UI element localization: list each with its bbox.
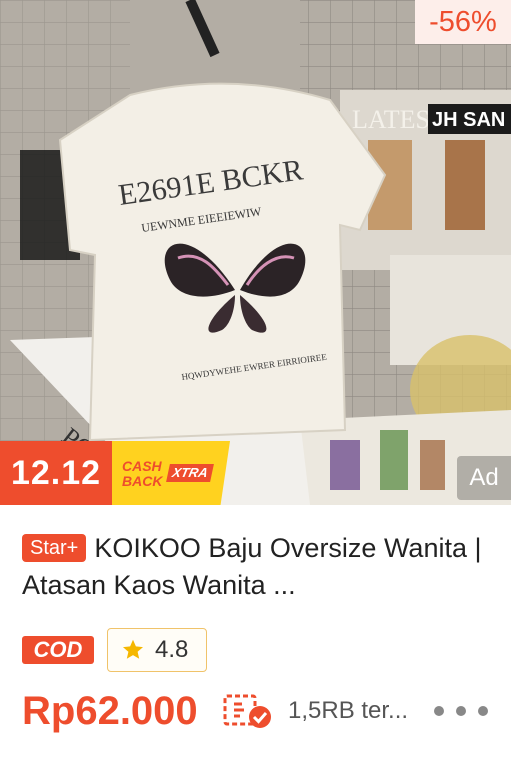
magazine-title: LATES	[352, 105, 430, 134]
magazine-brand: JH SAN	[432, 109, 505, 131]
ad-label: Ad	[457, 456, 511, 500]
more-dots-icon	[456, 706, 466, 716]
product-image[interactable]: POINT LATES JH SAN E2691E BCKR UEWNME EI…	[0, 0, 511, 505]
cashback-xtra-label: CASH BACK XTRA	[112, 441, 230, 505]
sold-count: 1,5RB ter...	[288, 697, 409, 724]
rating-value: 4.8	[155, 636, 189, 663]
star-plus-badge: Star+	[22, 534, 87, 562]
promo-event-label: 12.12	[0, 441, 112, 505]
price: Rp62.000	[22, 689, 198, 733]
cashback-line1: CASH	[122, 458, 162, 474]
more-options-button[interactable]	[430, 699, 492, 723]
more-dots-icon	[434, 706, 444, 716]
cashback-line2: BACK	[122, 473, 163, 489]
cod-badge: COD	[22, 636, 94, 664]
product-card[interactable]: POINT LATES JH SAN E2691E BCKR UEWNME EI…	[0, 0, 511, 757]
rating-badge: 4.8	[107, 628, 207, 672]
star-icon	[123, 639, 143, 659]
product-title-block[interactable]: Star+ KOIKOO Baju Oversize Wanita | Atasa…	[22, 530, 488, 610]
discount-badge: -56%	[415, 0, 511, 44]
more-dots-icon	[478, 706, 488, 716]
product-title[interactable]: KOIKOO Baju Oversize Wanita | Atasan Kao…	[22, 533, 482, 600]
cod-check-icon	[223, 694, 271, 728]
xtra-label: XTRA	[166, 464, 214, 482]
promo-banner: 12.12 CASH BACK XTRA	[0, 441, 230, 505]
product-photo: POINT LATES JH SAN E2691E BCKR UEWNME EI…	[0, 0, 511, 505]
price-row: Rp62.000 1,5RB ter...	[22, 683, 492, 743]
